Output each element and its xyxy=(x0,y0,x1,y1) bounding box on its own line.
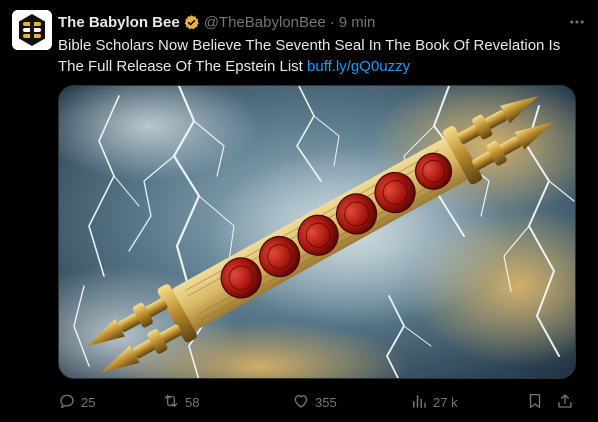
tweet-text: Bible Scholars Now Believe The Seventh S… xyxy=(58,35,583,77)
share-button[interactable] xyxy=(556,390,574,414)
like-button[interactable]: 355 xyxy=(292,390,337,414)
author-name[interactable]: The Babylon Bee xyxy=(58,14,180,31)
avatar[interactable] xyxy=(12,10,52,50)
separator-dot: · xyxy=(329,13,335,31)
reply-button[interactable]: 25 xyxy=(58,390,95,414)
action-bar: 25 58 355 27 k xyxy=(58,390,578,414)
tweet-image[interactable] xyxy=(58,85,576,379)
views-count: 27 k xyxy=(433,394,458,410)
verified-icon xyxy=(183,14,200,31)
reply-icon xyxy=(58,392,76,413)
views-icon xyxy=(410,392,428,413)
author-handle[interactable]: @TheBabylonBee xyxy=(204,14,326,31)
repost-icon xyxy=(162,392,180,413)
reply-count: 25 xyxy=(81,394,96,410)
post-time[interactable]: 9 min xyxy=(339,14,376,31)
views-button[interactable]: 27 k xyxy=(410,390,458,414)
tweet-link[interactable]: buff.ly/gQ0uzzy xyxy=(307,58,410,75)
like-count: 355 xyxy=(315,394,337,410)
bookmark-button[interactable] xyxy=(526,390,544,414)
tweet-header: The Babylon Bee @TheBabylonBee · 9 min xyxy=(58,12,586,32)
like-icon xyxy=(292,392,310,413)
bookmark-icon xyxy=(526,392,544,413)
share-icon xyxy=(556,392,574,413)
repost-button[interactable]: 58 xyxy=(162,390,199,414)
repost-count: 58 xyxy=(185,394,200,410)
more-icon[interactable] xyxy=(568,13,586,31)
